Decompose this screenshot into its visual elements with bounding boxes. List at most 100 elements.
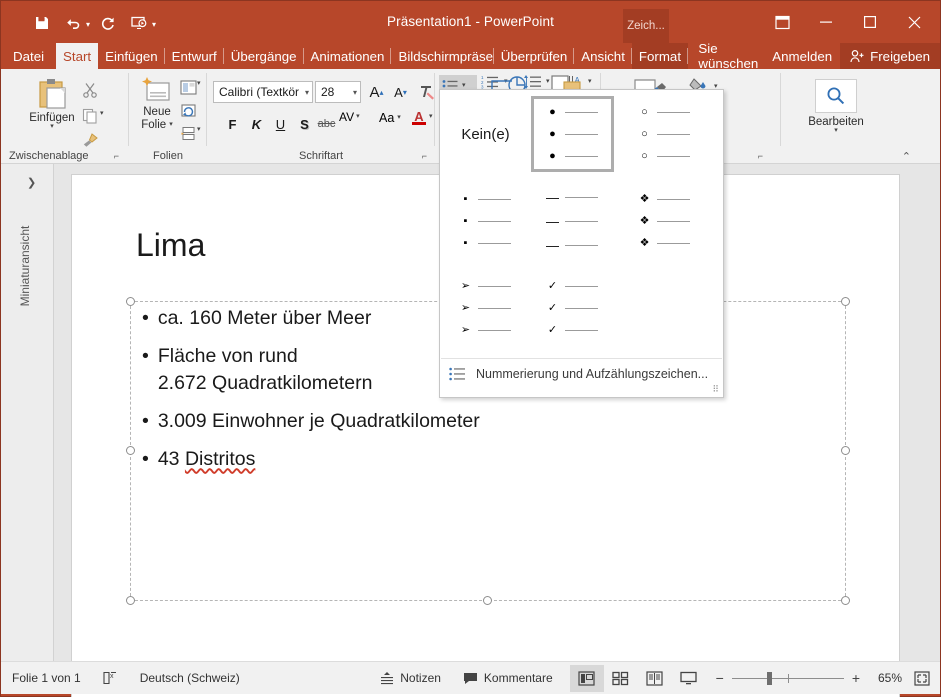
bullet-option-arrow[interactable]: ➢ ➢ ➢ — [444, 270, 527, 346]
comments-button[interactable]: Kommentare — [452, 662, 564, 695]
selection-handle-bottom-center[interactable] — [483, 596, 492, 605]
paste-button[interactable]: Einfügen ▾ — [21, 77, 83, 130]
bullet-option-none[interactable]: Kein(e) — [444, 96, 527, 172]
zoom-in-button[interactable]: + — [852, 670, 860, 686]
list-item[interactable]: • 43 Distritos — [142, 446, 842, 474]
font-name-caret[interactable]: ▾ — [305, 88, 309, 97]
sign-in-button[interactable]: Anmelden — [764, 43, 840, 69]
strikethrough-button[interactable]: abc — [315, 113, 338, 135]
view-slideshow[interactable] — [672, 665, 706, 692]
maximize-icon[interactable] — [848, 7, 892, 37]
font-color-caret[interactable]: ▾ — [429, 113, 433, 120]
bullet-mark: ○ — [641, 105, 648, 118]
tab-format[interactable]: Format — [631, 43, 689, 69]
copy-button[interactable] — [79, 105, 101, 127]
status-bar: Folie 1 von 1 x Deutsch (Schweiz) Notize… — [1, 661, 940, 694]
zoom-control[interactable]: − + 65% — [706, 670, 912, 686]
clipboard-dialog-launcher[interactable]: ⌐ — [114, 151, 119, 161]
zoom-slider-handle[interactable] — [766, 672, 772, 685]
ribbon-display-options-icon[interactable] — [760, 7, 804, 37]
tell-me-search[interactable]: Sie wünschen — [688, 43, 764, 69]
layout-button[interactable] — [177, 76, 199, 98]
font-dialog-launcher[interactable]: ⌐ — [422, 151, 427, 161]
close-icon[interactable] — [892, 7, 936, 37]
bullet-option-dash[interactable]: — — — — [531, 183, 614, 259]
tab-ansicht[interactable]: Ansicht — [574, 43, 632, 69]
change-case-caret[interactable]: ▾ — [397, 114, 401, 121]
share-button[interactable]: Freigeben — [840, 43, 940, 69]
zoom-slider-track[interactable] — [731, 672, 844, 685]
font-name-combobox[interactable]: Calibri (Textkör ▾ — [213, 81, 313, 103]
tab-bildschirmpraesentation[interactable]: Bildschirmpräsentation — [391, 43, 494, 69]
minimize-icon[interactable] — [804, 7, 848, 37]
paste-dropdown-caret[interactable]: ▾ — [50, 123, 54, 130]
view-reading[interactable] — [638, 665, 672, 692]
list-item[interactable]: • 3.009 Einwohner je Quadratkilometer — [142, 408, 842, 436]
resize-grip-icon[interactable]: ⠿ — [712, 384, 719, 395]
tab-ueberpruefen[interactable]: Überprüfen — [494, 43, 575, 69]
font-color-button[interactable]: A ▾ — [412, 109, 433, 125]
format-painter-button[interactable] — [79, 129, 101, 151]
character-spacing-caret[interactable]: ▾ — [356, 113, 360, 120]
character-spacing-button[interactable]: AV ▾ — [339, 110, 360, 124]
drawing-dialog-launcher[interactable]: ⌐ — [758, 151, 763, 161]
chevron-right-icon[interactable]: ❯ — [27, 176, 36, 189]
change-case-button[interactable]: Aa ▾ — [379, 111, 401, 125]
selection-handle-bottom-left[interactable] — [126, 596, 135, 605]
collapse-ribbon-button[interactable]: ⌃ — [902, 150, 911, 163]
bullets-gallery-grid: Kein(e) ● ● ● ○ ○ ○ ▪ ▪ ▪ — — — ❖ ❖ ❖ ➢ … — [440, 90, 723, 358]
slide-counter[interactable]: Folie 1 von 1 — [1, 662, 92, 695]
bullet-option-checkmark[interactable]: ✓ ✓ ✓ — [531, 270, 614, 346]
copy-dropdown-caret[interactable]: ▾ — [100, 110, 104, 117]
section-button[interactable] — [177, 122, 199, 144]
notes-button[interactable]: Notizen — [369, 662, 452, 695]
svg-text:x: x — [110, 673, 114, 680]
bullets-and-numbering-menu-item[interactable]: Nummerierung und Aufzählungszeichen... — [441, 359, 722, 389]
slide-title[interactable]: Lima — [136, 227, 205, 264]
bold-button[interactable]: F — [221, 113, 244, 135]
selection-handle-mid-right[interactable] — [841, 446, 850, 455]
cut-button[interactable] — [79, 79, 101, 101]
tab-entwurf[interactable]: Entwurf — [165, 43, 224, 69]
layout-dropdown-caret[interactable]: ▾ — [197, 80, 201, 87]
ribbon-group-editing: Bearbeiten ▾ ⌃ — [781, 69, 921, 164]
selection-handle-top-left[interactable] — [126, 297, 135, 306]
editing-button[interactable]: Bearbeiten ▾ — [803, 79, 869, 134]
font-size-value: 28 — [321, 85, 335, 99]
spellcheck-icon[interactable]: x — [92, 662, 129, 695]
underline-button[interactable]: U — [269, 113, 292, 135]
fit-to-window-button[interactable] — [912, 662, 940, 695]
increase-font-size-button[interactable]: A ▴ — [365, 81, 388, 103]
editing-caret[interactable]: ▾ — [834, 127, 838, 134]
tab-animationen[interactable]: Animationen — [304, 43, 392, 69]
view-slide-sorter[interactable] — [604, 665, 638, 692]
selection-handle-bottom-right[interactable] — [841, 596, 850, 605]
italic-button[interactable]: K — [245, 113, 268, 135]
decrease-font-size-button[interactable]: A ▾ — [389, 81, 412, 103]
bullet-option-diamond-star[interactable]: ❖ ❖ ❖ — [623, 183, 706, 259]
zoom-out-button[interactable]: − — [716, 670, 724, 686]
line-spacing-caret[interactable]: ▾ — [546, 78, 550, 85]
selection-handle-top-right[interactable] — [841, 297, 850, 306]
view-normal[interactable] — [569, 664, 604, 692]
section-dropdown-caret[interactable]: ▾ — [197, 126, 201, 133]
tab-uebergaenge[interactable]: Übergänge — [224, 43, 304, 69]
bullet-option-empty[interactable] — [623, 270, 706, 346]
font-size-caret[interactable]: ▾ — [353, 88, 357, 97]
font-size-combobox[interactable]: 28 ▾ — [315, 81, 361, 103]
language-indicator[interactable]: Deutsch (Schweiz) — [129, 662, 251, 695]
new-slide-button[interactable]: Neue Folie ▾ — [135, 77, 179, 131]
bullet-option-hollow-round[interactable]: ○ ○ ○ — [623, 96, 706, 172]
tab-datei[interactable]: Datei — [1, 43, 56, 69]
bullet-option-filled-round[interactable]: ● ● ● — [531, 96, 614, 172]
zoom-level-label[interactable]: 65% — [868, 671, 902, 685]
reset-button[interactable] — [177, 99, 199, 121]
text-shadow-button[interactable]: S — [293, 113, 316, 135]
selection-handle-mid-left[interactable] — [126, 446, 135, 455]
tab-start[interactable]: Start — [56, 43, 99, 69]
ribbon-group-font: Calibri (Textkör ▾ 28 ▾ A ▴ A ▾ F K U S ab… — [207, 69, 435, 164]
new-slide-dropdown-caret[interactable]: ▾ — [169, 121, 173, 128]
tab-einfuegen[interactable]: Einfügen — [98, 43, 165, 69]
bullet-option-filled-square[interactable]: ▪ ▪ ▪ — [444, 183, 527, 259]
thumbnail-pane[interactable]: ❯ Miniaturansicht — [1, 164, 54, 661]
